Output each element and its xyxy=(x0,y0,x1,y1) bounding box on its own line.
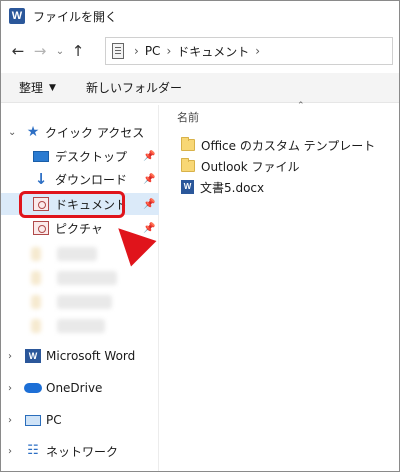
file-name: 文書5.docx xyxy=(200,180,265,195)
word-document-icon: W xyxy=(181,180,194,194)
blurred-folder-icon xyxy=(31,247,41,261)
forward-arrow-icon[interactable]: → xyxy=(31,41,49,61)
pin-icon[interactable]: 📌 xyxy=(143,174,155,185)
back-arrow-icon[interactable]: ← xyxy=(9,41,27,61)
file-name: Outlook ファイル xyxy=(201,159,300,174)
sidebar-item-label: Microsoft Word xyxy=(46,349,136,363)
sidebar-item-label: ピクチャ xyxy=(55,221,103,236)
download-arrow-icon: ↓ xyxy=(34,170,48,188)
navigation-pane: ⌄ ★ クイック アクセス デスクトップ 📌 ↓ ダウンロード 📌 ドキュメント… xyxy=(1,105,159,471)
blurred-folder-icon xyxy=(31,295,41,309)
column-header-label: 名前 xyxy=(177,111,199,124)
word-app-icon: W xyxy=(9,8,25,24)
blurred-label xyxy=(57,319,105,333)
organize-label: 整理 xyxy=(19,81,44,95)
file-list-item[interactable]: Office のカスタム テンプレート xyxy=(181,135,375,155)
network-icon: ☷ xyxy=(27,443,39,458)
breadcrumb-separator-icon: › xyxy=(134,44,139,58)
file-name: Office のカスタム テンプレート xyxy=(201,138,376,153)
caret-down-icon: ▼ xyxy=(49,82,56,93)
chevron-right-icon[interactable]: › xyxy=(8,351,12,362)
sidebar-item-quick-access[interactable]: ⌄ ★ クイック アクセス xyxy=(1,121,159,143)
sidebar-item-label: ダウンロード xyxy=(55,172,128,187)
sidebar-item-network[interactable]: › ☷ ネットワーク xyxy=(1,440,159,462)
breadcrumb-separator-icon[interactable]: › xyxy=(255,44,260,58)
blurred-label xyxy=(57,247,97,261)
sidebar-item-pc[interactable]: › PC xyxy=(1,409,159,431)
new-folder-button[interactable]: 新しいフォルダー xyxy=(86,79,182,96)
file-list-item[interactable]: Outlook ファイル xyxy=(181,156,300,176)
sidebar-item-label: OneDrive xyxy=(46,381,103,395)
organize-button[interactable]: 整理 ▼ xyxy=(19,79,56,96)
sidebar-item-downloads[interactable]: ↓ ダウンロード 📌 xyxy=(1,168,159,190)
command-toolbar: 整理 ▼ 新しいフォルダー xyxy=(1,73,399,103)
highlight-box xyxy=(19,191,125,218)
sidebar-item-desktop[interactable]: デスクトップ 📌 xyxy=(1,145,159,167)
file-list-pane: 名前 ⌃ Office のカスタム テンプレート Outlook ファイル W … xyxy=(161,101,399,471)
title-bar: W ファイルを開く xyxy=(1,1,399,31)
window-title: ファイルを開く xyxy=(33,9,118,24)
blurred-folder-icon xyxy=(31,319,41,333)
pictures-icon xyxy=(33,221,49,235)
up-arrow-icon[interactable]: ↑ xyxy=(69,41,87,61)
file-list-item[interactable]: W 文書5.docx xyxy=(181,177,264,197)
chevron-down-icon[interactable]: ⌄ xyxy=(8,127,16,138)
sidebar-item-label: デスクトップ xyxy=(55,149,128,164)
sort-ascending-icon: ⌃ xyxy=(297,101,305,111)
navigation-bar: ← → ⌄ ↑ › PC › ドキュメント › xyxy=(1,31,399,71)
blurred-folder-icon xyxy=(31,271,41,285)
sidebar-item-label: クイック アクセス xyxy=(45,125,145,140)
sidebar-item-onedrive[interactable]: › OneDrive xyxy=(1,377,159,399)
column-header-name[interactable]: 名前 xyxy=(177,109,199,125)
cloud-icon xyxy=(24,383,42,393)
sidebar-item-label: ネットワーク xyxy=(46,444,119,459)
star-icon: ★ xyxy=(26,124,40,140)
computer-icon xyxy=(25,414,41,426)
chevron-right-icon[interactable]: › xyxy=(8,383,12,394)
pin-icon[interactable]: 📌 xyxy=(143,199,155,210)
file-open-dialog: W ファイルを開く ← → ⌄ ↑ › PC › ドキュメント › 整理 ▼ 新… xyxy=(0,0,400,472)
breadcrumb-separator-icon: › xyxy=(166,44,172,58)
blurred-label xyxy=(57,271,117,285)
sidebar-item-microsoft-word[interactable]: › W Microsoft Word xyxy=(1,345,159,367)
folder-icon xyxy=(181,137,195,151)
blurred-label xyxy=(57,295,112,309)
sidebar-item-label: PC xyxy=(46,413,62,427)
documents-location-icon xyxy=(112,43,124,59)
recent-chevron-down-icon[interactable]: ⌄ xyxy=(53,41,67,61)
chevron-right-icon[interactable]: › xyxy=(8,415,12,426)
pin-icon[interactable]: 📌 xyxy=(143,151,155,162)
address-bar[interactable]: › PC › ドキュメント › xyxy=(105,37,393,65)
chevron-right-icon[interactable]: › xyxy=(8,446,12,457)
word-icon: W xyxy=(25,349,41,363)
folder-icon xyxy=(181,158,195,172)
breadcrumb-pc[interactable]: PC xyxy=(145,44,161,58)
desktop-icon xyxy=(33,150,49,162)
breadcrumb-documents[interactable]: ドキュメント xyxy=(177,43,249,60)
